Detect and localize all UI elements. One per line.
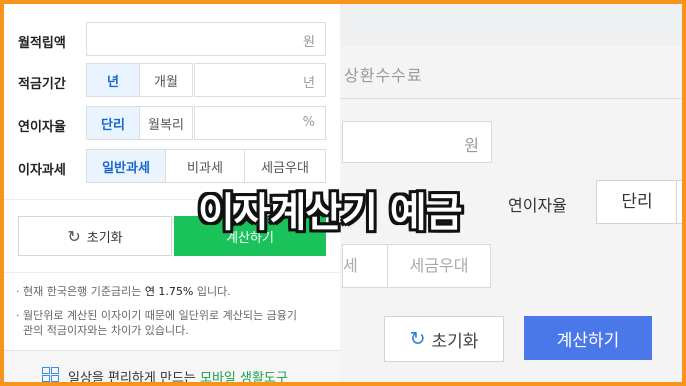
period-year-button[interactable]: 년 (86, 63, 140, 97)
interest-rate-label: 연이자율 (18, 120, 66, 135)
general-tax-button[interactable]: 일반과세 (86, 149, 166, 183)
period-input[interactable]: 년 (194, 63, 326, 97)
base-rate-suffix: 입니다. (193, 285, 231, 298)
mobile-tools-text: 일상을 편리하게 만드는 모바일 생활도구 (68, 367, 288, 382)
monthly-compound-button[interactable]: 월복리 (139, 106, 193, 140)
calculate-button[interactable]: 계산하기 (524, 316, 652, 360)
interest-rate-row: 연이자율 단리 월복리 % (4, 106, 340, 144)
amount-input[interactable]: 원 (342, 121, 492, 163)
grid-icon (42, 367, 60, 382)
monthly-calc-note: · 월단위로 계산된 이자이기 때문에 일단위로 계산되는 금융기 관의 적금이… (16, 309, 297, 337)
reset-label: 초기화 (431, 331, 479, 352)
reset-label: 초기화 (86, 230, 123, 246)
refresh-icon: ↻ (409, 328, 426, 350)
monthly-deposit-input[interactable]: 원 (86, 22, 326, 56)
tax-free-button[interactable]: 비과세 (165, 149, 245, 183)
base-rate-note: · 현재 한국은행 기준금리는 연 1.75% 입니다. (16, 285, 231, 298)
top-strip (338, 4, 682, 46)
calculate-label: 계산하기 (556, 330, 620, 351)
period-month-button[interactable]: 개월 (139, 63, 193, 97)
tax-label: 이자과세 (18, 163, 66, 178)
year-unit: 년 (303, 76, 315, 91)
prepayment-fee-label: 상환수수료 (344, 66, 423, 85)
thumbnail-frame: 상환수수료 원 연이자율 단리 세 세금우대 ↻ 초기화 계산하기 월적립액 원… (0, 0, 686, 386)
simple-interest-button[interactable]: 단리 (86, 106, 140, 140)
thumbnail-title: 이자계산기 예금 (198, 190, 463, 236)
simple-interest-button[interactable]: 단리 (596, 180, 678, 224)
interest-rate-input[interactable]: % (194, 106, 326, 140)
refresh-icon: ↻ (67, 226, 81, 246)
monthly-calc-note-line2: 관의 적금이자와는 차이가 있습니다. (23, 324, 189, 337)
won-unit: 원 (464, 136, 479, 155)
tax-free-option-partial[interactable]: 세 (342, 244, 388, 288)
divider (4, 272, 340, 273)
compound-interest-button-edge[interactable] (676, 180, 682, 224)
tax-preferred-button[interactable]: 세금우대 (244, 149, 326, 183)
period-label: 적금기간 (18, 77, 66, 92)
reset-button[interactable]: ↻ 초기화 (384, 316, 504, 362)
reset-button[interactable]: ↻ 초기화 (18, 216, 172, 256)
divider (338, 98, 682, 99)
percent-unit: % (302, 115, 315, 130)
base-rate-prefix: 현재 한국은행 기준금리는 (23, 285, 145, 298)
interest-rate-label: 연이자율 (508, 196, 567, 215)
mobile-tools-banner[interactable]: 일상을 편리하게 만드는 모바일 생활도구 (4, 350, 340, 382)
mobile-tools-link[interactable]: 모바일 생활도구 (200, 371, 288, 382)
won-unit: 원 (303, 35, 315, 50)
monthly-calc-note-line1: 월단위로 계산된 이자이기 때문에 일단위로 계산되는 금융기 (23, 309, 297, 322)
tax-preferred-option[interactable]: 세금우대 (387, 244, 491, 288)
monthly-deposit-label: 월적립액 (18, 36, 66, 51)
period-row: 적금기간 년 개월 년 (4, 63, 340, 101)
base-rate-value: 연 1.75% (144, 285, 194, 298)
mobile-tools-prefix: 일상을 편리하게 만드는 (68, 371, 200, 382)
monthly-deposit-row: 월적립액 원 (4, 22, 340, 60)
